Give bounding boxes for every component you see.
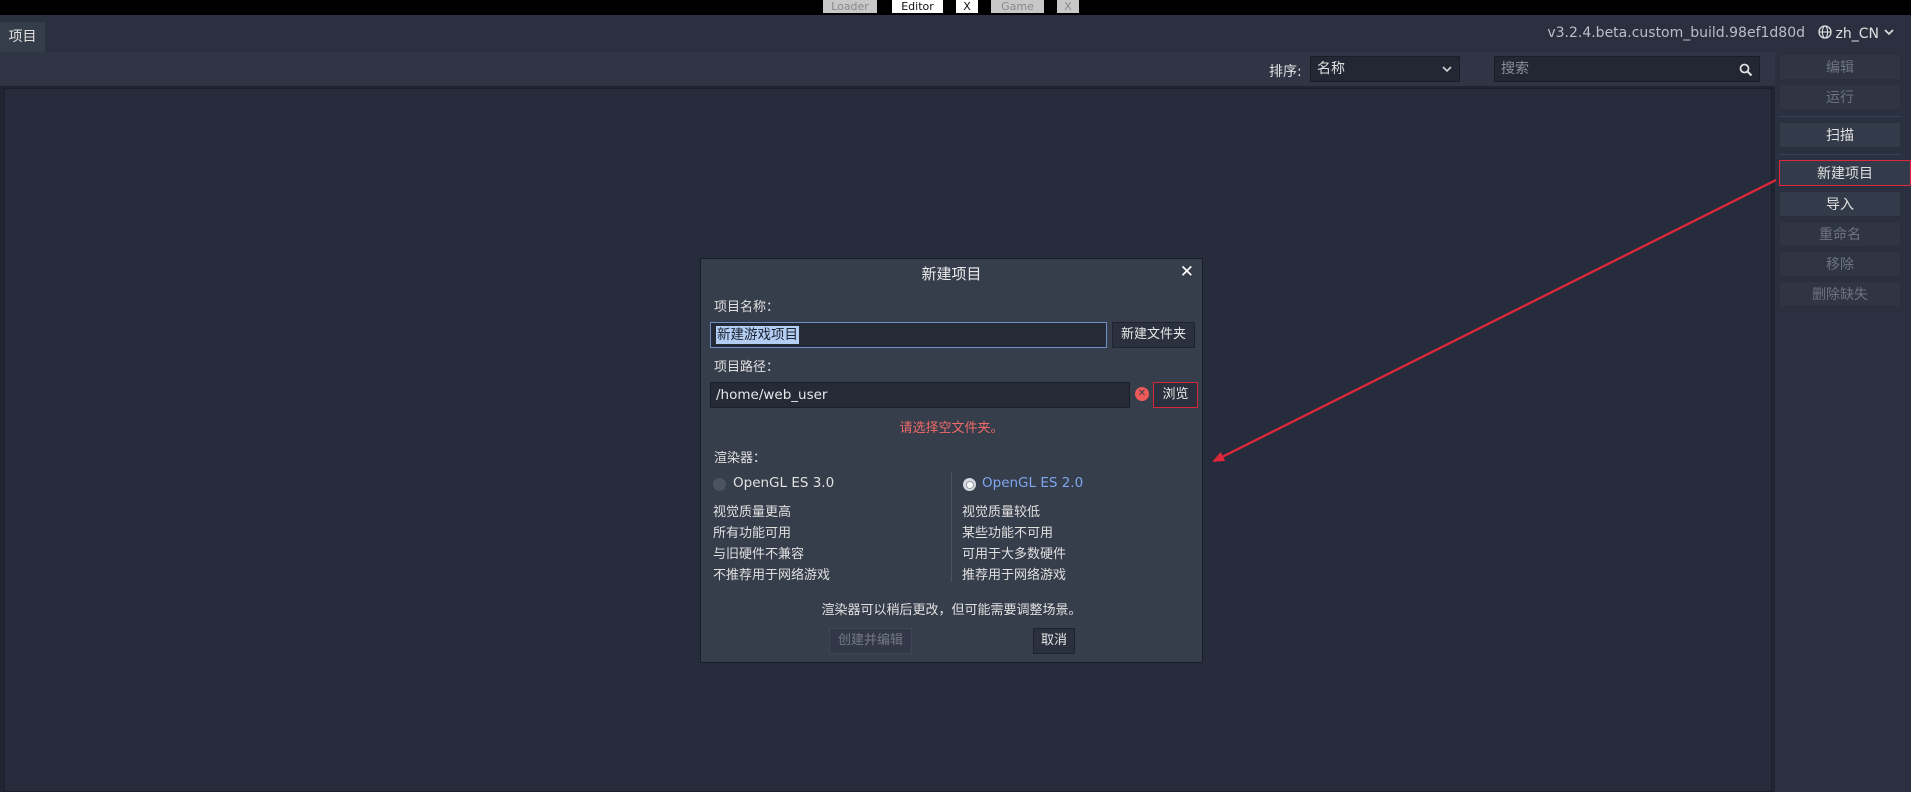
top-tab-bar: Loader Editor X Game X	[0, 0, 1911, 15]
new-project-button[interactable]: 新建项目	[1779, 160, 1911, 186]
renderer-note: 渲染器可以稍后更改，但可能需要调整场景。	[821, 603, 1082, 618]
remove-missing-button[interactable]: 删除缺失	[1779, 281, 1901, 307]
gles2-feature: 可用于大多数硬件	[962, 547, 1067, 562]
sidebar-divider	[1779, 154, 1901, 155]
chevron-down-icon	[1883, 26, 1895, 42]
create-edit-button[interactable]: 创建并编辑	[829, 628, 912, 654]
gles3-feature: 所有功能可用	[713, 526, 792, 541]
tab-projects[interactable]: 项目	[0, 22, 45, 52]
error-message: 请选择空文件夹。	[899, 421, 1004, 436]
scan-button[interactable]: 扫描	[1779, 122, 1901, 148]
gles2-feature: 某些功能不可用	[962, 526, 1054, 541]
gles3-radio[interactable]	[713, 478, 726, 491]
renderer-label: 渲染器：	[714, 451, 767, 466]
run-button[interactable]: 运行	[1779, 84, 1901, 110]
create-folder-button[interactable]: 新建文件夹	[1112, 322, 1195, 348]
project-name-value: 新建游戏项目	[716, 326, 799, 344]
gles2-label[interactable]: OpenGL ES 2.0	[982, 475, 1083, 491]
browse-button[interactable]: 浏览	[1153, 382, 1198, 408]
tab-editor-close[interactable]: X	[956, 0, 978, 13]
remove-button[interactable]: 移除	[1779, 251, 1901, 277]
project-path-value: /home/web_user	[716, 387, 828, 403]
sort-label: 排序:	[1269, 64, 1302, 80]
project-sidebar: 编辑 运行 扫描 新建项目 导入 重命名 移除 删除缺失	[1775, 52, 1911, 792]
project-name-label: 项目名称：	[714, 300, 780, 315]
search-icon	[1739, 61, 1753, 85]
chevron-down-icon	[1441, 57, 1453, 89]
rename-button[interactable]: 重命名	[1779, 221, 1901, 247]
language-label: zh_CN	[1835, 26, 1879, 42]
tab-game-close[interactable]: X	[1057, 0, 1079, 13]
gles2-feature: 视觉质量较低	[962, 505, 1041, 520]
edit-button[interactable]: 编辑	[1779, 54, 1901, 80]
tab-game[interactable]: Game	[991, 0, 1044, 13]
import-button[interactable]: 导入	[1779, 191, 1901, 217]
project-path-input[interactable]: /home/web_user	[710, 382, 1130, 408]
tab-editor[interactable]: Editor	[892, 0, 943, 13]
cancel-button[interactable]: 取消	[1033, 628, 1075, 654]
gles3-feature: 不推荐用于网络游戏	[713, 568, 831, 583]
filter-toolbar: 排序: 名称 搜索	[0, 52, 1775, 86]
sort-value: 名称	[1317, 61, 1345, 77]
language-selector[interactable]: zh_CN	[1817, 25, 1895, 43]
project-path-label: 项目路径：	[714, 360, 780, 375]
column-divider	[951, 472, 952, 582]
dialog-title: 新建项目	[921, 265, 982, 283]
gles3-feature: 与旧硬件不兼容	[713, 547, 805, 562]
version-label: v3.2.4.beta.custom_build.98ef1d80d	[1547, 25, 1805, 41]
close-icon[interactable]: ✕	[1180, 262, 1194, 282]
gles3-label[interactable]: OpenGL ES 3.0	[733, 475, 834, 491]
search-input[interactable]: 搜索	[1494, 56, 1760, 82]
new-project-dialog: 新建项目 ✕ 项目名称： 新建游戏项目 新建文件夹 项目路径： /home/we…	[700, 258, 1203, 663]
error-icon: ✕	[1135, 387, 1149, 401]
tab-loader[interactable]: Loader	[823, 0, 877, 13]
sidebar-divider	[1779, 116, 1901, 117]
project-name-input[interactable]: 新建游戏项目	[710, 322, 1107, 348]
gles2-feature: 推荐用于网络游戏	[962, 568, 1067, 583]
header-bar: 项目 v3.2.4.beta.custom_build.98ef1d80d zh…	[0, 15, 1911, 52]
globe-icon	[1817, 25, 1832, 43]
gles3-feature: 视觉质量更高	[713, 505, 792, 520]
gles2-radio[interactable]	[963, 478, 976, 491]
search-placeholder: 搜索	[1501, 61, 1529, 77]
sort-select[interactable]: 名称	[1310, 56, 1460, 82]
